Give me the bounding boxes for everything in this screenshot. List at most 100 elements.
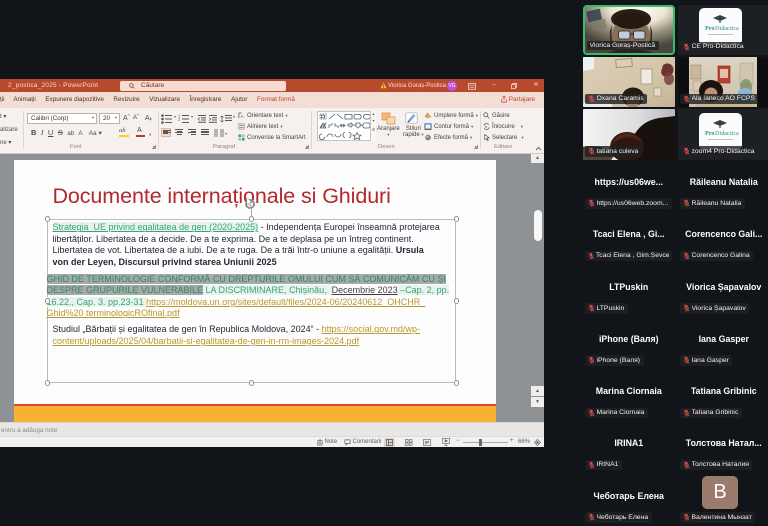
font-size-combo[interactable]: 20▾ — [99, 113, 120, 124]
list-indent-icons[interactable]: ▾ 12 ▾ ▾ — [161, 114, 237, 124]
ribbon-tab-ajutor[interactable]: Ajutor — [226, 96, 252, 103]
participant-tile-18[interactable]: Толстова Натал...Толстова Наталия — [678, 423, 768, 474]
collapse-ribbon-chevron[interactable] — [535, 146, 542, 151]
participant-tile-11[interactable]: LTPuskinLTPuskin — [583, 266, 675, 317]
ribbon-tab-format-form-[interactable]: Format formă — [252, 96, 299, 103]
fit-to-window-icon[interactable] — [534, 439, 541, 446]
align-left-button[interactable] — [161, 128, 171, 137]
handle-top-middle[interactable] — [249, 216, 255, 222]
participant-tile-1[interactable]: Viorica Goraș-Postică — [583, 5, 675, 56]
italic-button[interactable]: I — [41, 128, 44, 137]
shape-outline-button[interactable]: Contur formă▾ — [424, 123, 473, 130]
shape-effects-button[interactable]: Efecte formă▾ — [424, 134, 472, 141]
paragraf-dialog-launcher[interactable] — [305, 145, 309, 149]
vertical-scrollbar[interactable]: ▲ ▲ ▼ — [531, 154, 544, 423]
align-text-button[interactable]: Aliniere text▾ — [238, 123, 283, 130]
participant-tile-17[interactable]: IRINA1IRINA1 — [583, 423, 675, 474]
strikethrough-button[interactable]: S — [58, 128, 63, 137]
participant-tile-3[interactable]: Oxana Caramis — [583, 57, 675, 108]
close-button[interactable]: ✕ — [528, 79, 544, 92]
participant-tile-20[interactable]: BВалентина Мынзат — [678, 475, 768, 526]
desen-dialog-launcher[interactable] — [474, 145, 478, 149]
font-color-dropdown[interactable]: ▾ — [149, 130, 151, 139]
participant-tile-14[interactable]: Iana GasperIana Gasper — [678, 318, 768, 369]
account-user-name[interactable]: Viorica Goraș-Postica — [388, 83, 446, 89]
clear-formatting-button[interactable]: Aₖ — [145, 114, 153, 123]
ribbon-tab-expunere-diapozitive[interactable]: Expunere diapozitive — [41, 96, 109, 103]
handle-top-right[interactable] — [454, 216, 460, 222]
ribbon-options-icon[interactable] — [468, 83, 476, 90]
participant-tile-2[interactable]: ProDidacticaCE Pro-Didactica — [678, 5, 768, 56]
zoom-slider-thumb[interactable] — [479, 439, 482, 446]
quick-styles-button[interactable]: Stilurirapide ▾ — [403, 126, 424, 138]
participant-tile-5[interactable]: tatiana culeva — [583, 109, 675, 160]
slide-sorter-view-button[interactable] — [403, 438, 414, 447]
restore-button[interactable] — [511, 83, 517, 89]
zoom-slider-track[interactable] — [463, 442, 508, 443]
handle-middle-left[interactable] — [45, 298, 51, 304]
shrink-font-button[interactable]: Aˇ — [133, 114, 139, 123]
bold-button[interactable]: B — [31, 128, 36, 137]
participant-tile-19[interactable]: Чеботарь ЕленаЧеботарь Елена — [583, 475, 675, 526]
change-case-button[interactable]: Aa ▾ — [89, 129, 102, 137]
slide-title[interactable]: Documente internaționale si Ghiduri — [53, 184, 391, 209]
search-box[interactable]: Căutare — [120, 81, 286, 91]
participant-tile-6[interactable]: ProDidacticazoom4 Pro-Didactica — [678, 109, 768, 160]
text-direction-button[interactable]: AOrientare text▾ — [238, 112, 288, 119]
account-avatar[interactable]: VG — [447, 81, 457, 91]
char-spacing-button[interactable]: A₞ ▾ — [79, 130, 85, 137]
reading-view-button[interactable] — [421, 438, 432, 447]
notes-toggle-button[interactable]: Note — [317, 439, 337, 446]
ribbon-tab-vizualizare[interactable]: Vizualizare — [144, 96, 184, 103]
handle-bottom-right[interactable] — [454, 380, 460, 386]
scroll-up-button[interactable]: ▲ — [531, 154, 544, 163]
participant-tile-15[interactable]: Marina CiornaiaMarina Ciornaia — [583, 371, 675, 422]
handle-bottom-left[interactable] — [45, 380, 51, 386]
slide-canvas[interactable]: Documente internaționale si Ghiduri Stra… — [14, 160, 496, 423]
participant-tile-13[interactable]: iPhone (Валя)iPhone (Валя) — [583, 318, 675, 369]
convert-smartart-button[interactable]: Conversie la SmartArt — [238, 134, 306, 141]
shapes-gallery[interactable] — [317, 111, 376, 141]
zoom-out-button[interactable]: − — [456, 438, 460, 444]
scrollbar-thumb[interactable] — [534, 210, 542, 241]
grow-font-button[interactable]: Aˆ — [123, 114, 130, 123]
participant-tile-16[interactable]: Tatiana GribinicTatiana Gribinic — [678, 371, 768, 422]
ribbon-tab--nregistrare[interactable]: Înregistrare — [185, 96, 226, 103]
font-color-button[interactable]: A — [136, 127, 145, 137]
normal-view-button[interactable] — [384, 438, 395, 447]
previous-slide-button[interactable]: ▲ — [531, 386, 544, 396]
ribbon-tab-anima-ii[interactable]: Animații — [9, 96, 41, 103]
font-name-combo[interactable]: Calibri (Corp)▾ — [27, 113, 97, 124]
arrange-button[interactable]: Aranjare▾ — [377, 126, 400, 138]
font-dialog-launcher[interactable] — [152, 145, 156, 149]
zoom-percent[interactable]: 66% — [518, 439, 530, 445]
comments-toggle-button[interactable]: Comentarii — [344, 439, 382, 446]
ribbon-tab-revizuire[interactable]: Revizuire — [109, 96, 145, 103]
minimize-button[interactable]: – — [486, 79, 502, 92]
select-button[interactable]: Selectare▾ — [483, 134, 524, 141]
columns-button[interactable]: ▾ — [213, 129, 227, 138]
highlight-color-button[interactable]: ab — [119, 127, 129, 137]
find-button[interactable]: Găsire — [483, 112, 510, 119]
notes-bar[interactable]: entru a adăuga note — [0, 422, 544, 436]
participant-tile-12[interactable]: Viorica ȘapavalovViorica Șapavalov — [678, 266, 768, 317]
align-center-button[interactable] — [174, 128, 184, 137]
next-slide-button[interactable]: ▼ — [531, 397, 544, 407]
justify-button[interactable] — [200, 128, 210, 137]
share-button[interactable]: Partajare — [501, 96, 535, 103]
participant-tile-4[interactable]: Ala Ianeco AO FCPS — [678, 57, 768, 108]
shadow-button[interactable]: ab — [67, 131, 74, 137]
handle-top-left[interactable] — [45, 216, 51, 222]
slideshow-view-button[interactable] — [440, 438, 451, 447]
shapes-gallery-scrollbar[interactable]: ▲ ▼ ☰ — [370, 111, 376, 141]
participant-tile-10[interactable]: Corencenco Gali...Corencenco Galina — [678, 214, 768, 265]
handle-bottom-middle[interactable] — [249, 380, 255, 386]
replace-button[interactable]: bÎnlocuire▾ — [483, 123, 523, 130]
underline-button[interactable]: U — [48, 128, 53, 137]
participant-tile-7[interactable]: https://us06we...https://us06web.zoom... — [583, 161, 675, 212]
participant-tile-9[interactable]: Tcaci Elena , Gi...Tcaci Elena , Gim.Șev… — [583, 214, 675, 265]
shape-fill-button[interactable]: Umplere formă▾ — [424, 112, 478, 119]
participant-tile-8[interactable]: Răileanu NataliaRăileanu Natalia — [678, 161, 768, 212]
zoom-in-button[interactable]: + — [510, 438, 514, 444]
handle-middle-right[interactable] — [454, 298, 460, 304]
